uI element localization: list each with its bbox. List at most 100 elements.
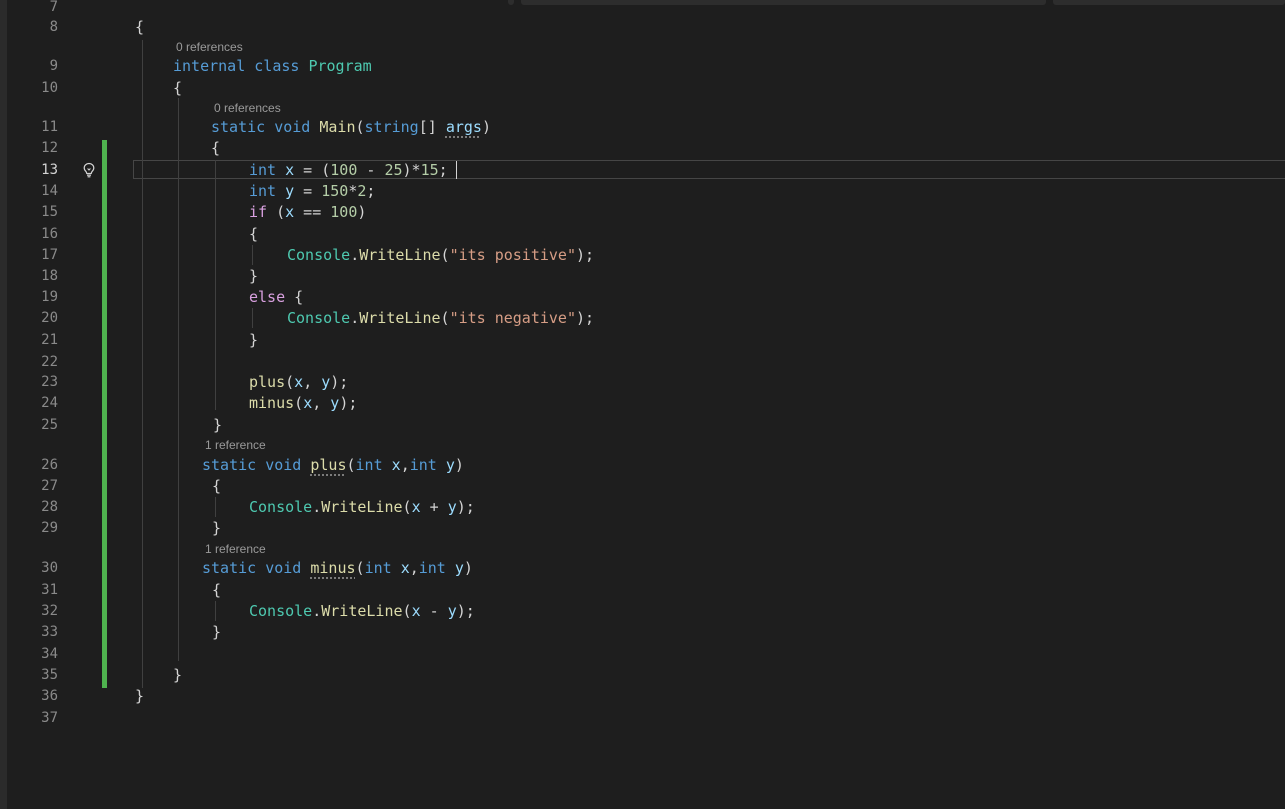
code-line[interactable]: static void Main(string[] args) <box>211 117 491 137</box>
code-token: int <box>409 456 446 474</box>
code-token: { <box>173 79 183 97</box>
code-line[interactable]: { <box>173 78 182 98</box>
code-line[interactable]: Console.WriteLine(x - y); <box>249 601 475 621</box>
code-token: = ( <box>294 161 331 179</box>
code-token: { <box>135 18 145 36</box>
code-token: int <box>418 559 455 577</box>
line-number: 14 <box>41 183 58 199</box>
code-token: ) <box>357 203 367 221</box>
code-line[interactable]: } <box>135 686 144 706</box>
code-line[interactable]: minus(x, y); <box>249 393 357 413</box>
code-token: ( <box>402 498 412 516</box>
codelens-references[interactable]: 0 references <box>214 101 281 115</box>
codelens-references[interactable]: 1 reference <box>205 542 266 556</box>
code-token: ( <box>346 456 356 474</box>
code-line[interactable]: } <box>249 266 258 286</box>
code-token: int <box>364 559 401 577</box>
code-token: ) <box>454 456 464 474</box>
code-token: static void <box>202 559 311 577</box>
code-token: . <box>350 246 360 264</box>
code-token: ; <box>438 161 448 179</box>
code-line[interactable]: if (x == 100) <box>249 202 366 222</box>
codelens-references[interactable]: 1 reference <box>205 438 266 452</box>
code-line[interactable]: } <box>249 330 258 350</box>
code-line[interactable]: Console.WriteLine("its negative"); <box>287 308 594 328</box>
indent-guide <box>252 308 253 328</box>
code-token: if <box>249 203 268 221</box>
code-line[interactable]: { <box>211 138 220 158</box>
code-line[interactable]: else { <box>249 287 303 307</box>
line-number: 21 <box>41 332 58 348</box>
code-token: "its negative" <box>449 309 576 327</box>
code-token: x <box>411 498 421 516</box>
code-token: int <box>249 161 286 179</box>
code-line[interactable]: } <box>173 665 182 685</box>
code-token: . <box>312 498 322 516</box>
code-token: )* <box>402 161 421 179</box>
indent-guide <box>215 497 216 517</box>
text-cursor <box>456 161 457 179</box>
code-line[interactable]: } <box>212 622 221 642</box>
code-token: { <box>212 581 222 599</box>
code-line[interactable]: } <box>212 518 221 538</box>
code-token: } <box>212 623 222 641</box>
code-token: int <box>355 456 392 474</box>
code-token: static void <box>211 118 320 136</box>
code-token: 100 <box>330 161 358 179</box>
lightbulb-icon[interactable] <box>82 162 96 178</box>
code-token: - <box>420 602 448 620</box>
code-token: x <box>391 456 401 474</box>
code-token: x <box>285 203 295 221</box>
line-number: 18 <box>41 268 58 284</box>
code-line[interactable]: int x = (100 - 25)*15; <box>249 160 448 180</box>
code-token: x <box>294 373 304 391</box>
code-line[interactable]: { <box>212 476 221 496</box>
code-token: 150 <box>321 182 349 200</box>
codelens-references[interactable]: 0 references <box>176 40 243 54</box>
line-number: 31 <box>41 582 58 598</box>
code-token: Console <box>287 246 351 264</box>
line-number: 33 <box>41 624 58 640</box>
code-token: x <box>400 559 410 577</box>
code-token: "its positive" <box>449 246 576 264</box>
code-token: Main <box>319 118 356 136</box>
code-token: 100 <box>330 203 358 221</box>
line-number: 32 <box>41 603 58 619</box>
code-token: [] <box>418 118 446 136</box>
code-token: y <box>447 498 457 516</box>
code-line[interactable]: { <box>249 224 258 244</box>
code-token: minus <box>310 559 356 577</box>
code-token: { <box>212 477 222 495</box>
code-token: WriteLine <box>321 602 403 620</box>
code-line[interactable]: int y = 150*2; <box>249 181 375 201</box>
line-number: 12 <box>41 140 58 156</box>
line-number: 22 <box>41 354 58 370</box>
code-token: ); <box>339 394 358 412</box>
code-line[interactable]: } <box>213 415 222 435</box>
code-line[interactable]: Console.WriteLine("its positive"); <box>287 245 594 265</box>
code-line[interactable]: static void plus(int x,int y) <box>202 455 464 475</box>
code-token: } <box>173 666 183 684</box>
code-token: - <box>357 161 385 179</box>
code-token: int <box>249 182 286 200</box>
line-number: 27 <box>41 478 58 494</box>
code-token: x <box>303 394 313 412</box>
code-line[interactable]: plus(x, y); <box>249 372 348 392</box>
code-line[interactable]: internal class Program <box>173 56 372 76</box>
code-token: plus <box>310 456 347 474</box>
code-line[interactable]: Console.WriteLine(x + y); <box>249 497 475 517</box>
line-number: 9 <box>49 58 58 74</box>
code-line[interactable]: { <box>212 580 221 600</box>
code-token: x <box>411 602 421 620</box>
code-editor[interactable]: 7 8 {0 references 9 internal class Program 10… <box>7 0 1285 809</box>
line-number: 28 <box>41 499 58 515</box>
code-line[interactable]: static void minus(int x,int y) <box>202 558 473 578</box>
code-token: ); <box>330 373 349 391</box>
code-token: . <box>350 309 360 327</box>
code-token: } <box>212 519 222 537</box>
code-token: { <box>211 139 221 157</box>
code-token: static void <box>202 456 311 474</box>
code-token: ); <box>456 602 475 620</box>
code-line[interactable]: { <box>135 17 144 37</box>
indent-guide <box>215 160 216 410</box>
